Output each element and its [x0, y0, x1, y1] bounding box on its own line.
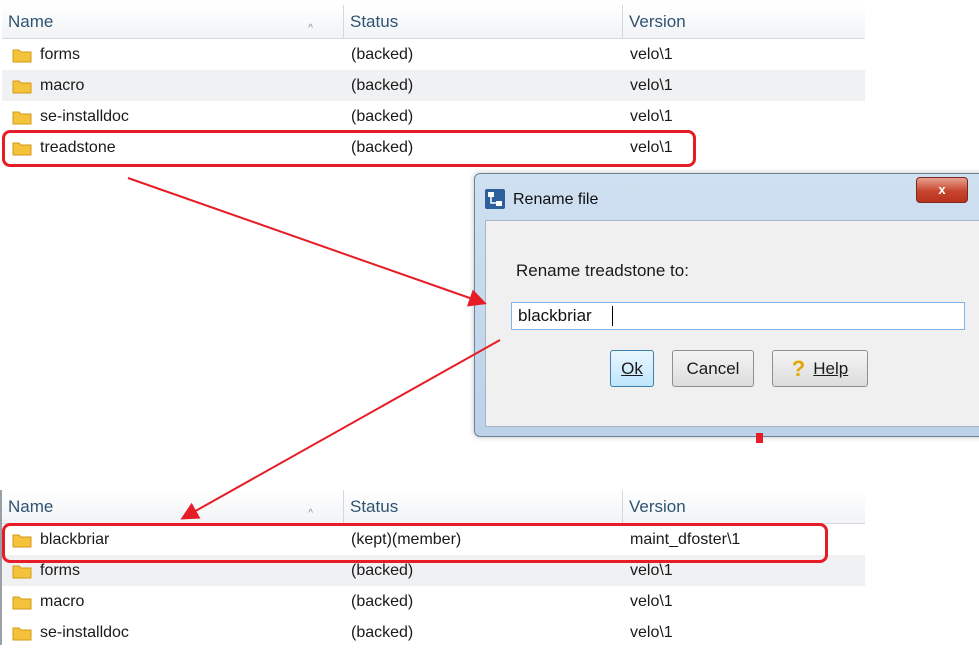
file-table-after: Name ^ Status Version blackbriar (kept)(… [2, 490, 865, 648]
table-row-treadstone[interactable]: treadstone (backed) velo\1 [2, 132, 865, 163]
new-name-input[interactable] [511, 302, 965, 330]
file-name: se-installdoc [40, 623, 129, 641]
file-status: (backed) [351, 138, 414, 156]
file-version: maint_dfoster\1 [630, 530, 741, 548]
sort-arrow-icon: ^ [308, 508, 313, 519]
table-header: Name ^ Status Version [2, 490, 865, 524]
file-status: (backed) [351, 76, 414, 94]
table-row[interactable]: forms (backed) velo\1 [2, 39, 865, 70]
close-button[interactable]: x [916, 177, 968, 203]
file-status: (backed) [351, 107, 414, 125]
sort-arrow-icon: ^ [308, 23, 313, 34]
column-header-version[interactable]: Version [622, 490, 865, 523]
file-name: blackbriar [40, 530, 110, 548]
text-caret [612, 306, 613, 326]
file-version: velo\1 [630, 45, 673, 63]
rename-prompt: Rename treadstone to: [516, 261, 689, 280]
file-status: (backed) [351, 623, 414, 641]
folder-icon [12, 534, 32, 547]
column-header-name[interactable]: Name ^ [2, 5, 343, 38]
table-row[interactable]: se-installdoc (backed) velo\1 [2, 101, 865, 132]
file-version: velo\1 [630, 592, 673, 610]
column-header-name[interactable]: Name ^ [2, 490, 343, 523]
file-table-before: Name ^ Status Version forms (backed) vel… [2, 5, 865, 163]
cancel-button[interactable]: Cancel [672, 350, 754, 387]
file-version: velo\1 [630, 623, 673, 641]
file-version: velo\1 [630, 561, 673, 579]
table-row[interactable]: macro (backed) velo\1 [2, 586, 865, 617]
file-name: forms [40, 561, 80, 579]
folder-icon [12, 596, 32, 609]
column-header-status[interactable]: Status [343, 490, 622, 523]
file-name: treadstone [40, 138, 116, 156]
column-header-status[interactable]: Status [343, 5, 622, 38]
table-header: Name ^ Status Version [2, 5, 865, 39]
folder-icon [12, 142, 32, 155]
arrow-to-dialog [127, 177, 487, 307]
file-name: macro [40, 592, 85, 610]
folder-icon [12, 627, 32, 640]
file-name: se-installdoc [40, 107, 129, 125]
folder-icon [12, 49, 32, 62]
file-name: forms [40, 45, 80, 63]
red-mark [756, 433, 763, 443]
rename-dialog: Rename file x Rename treadstone to: Ok C… [474, 173, 979, 437]
app-icon [485, 189, 505, 209]
file-status: (kept)(member) [351, 530, 462, 548]
table-row-blackbriar[interactable]: blackbriar (kept)(member) maint_dfoster\… [2, 524, 865, 555]
table-row[interactable]: macro (backed) velo\1 [2, 70, 865, 101]
file-name: macro [40, 76, 85, 94]
folder-icon [12, 565, 32, 578]
file-status: (backed) [351, 561, 414, 579]
help-button[interactable]: ? Help [772, 350, 868, 387]
dialog-title: Rename file [513, 191, 599, 208]
file-version: velo\1 [630, 107, 673, 125]
file-status: (backed) [351, 45, 414, 63]
close-icon: x [938, 182, 946, 197]
folder-icon [12, 80, 32, 93]
folder-icon [12, 111, 32, 124]
file-status: (backed) [351, 592, 414, 610]
file-version: velo\1 [630, 76, 673, 94]
column-header-version[interactable]: Version [622, 5, 865, 38]
help-icon: ? [791, 355, 806, 381]
table-row[interactable]: se-installdoc (backed) velo\1 [2, 617, 865, 648]
file-version: velo\1 [630, 138, 673, 156]
ok-button[interactable]: Ok [610, 350, 654, 387]
dialog-body: Rename treadstone to: Ok Cancel ?Help [485, 220, 979, 427]
table-row[interactable]: forms (backed) velo\1 [2, 555, 865, 586]
